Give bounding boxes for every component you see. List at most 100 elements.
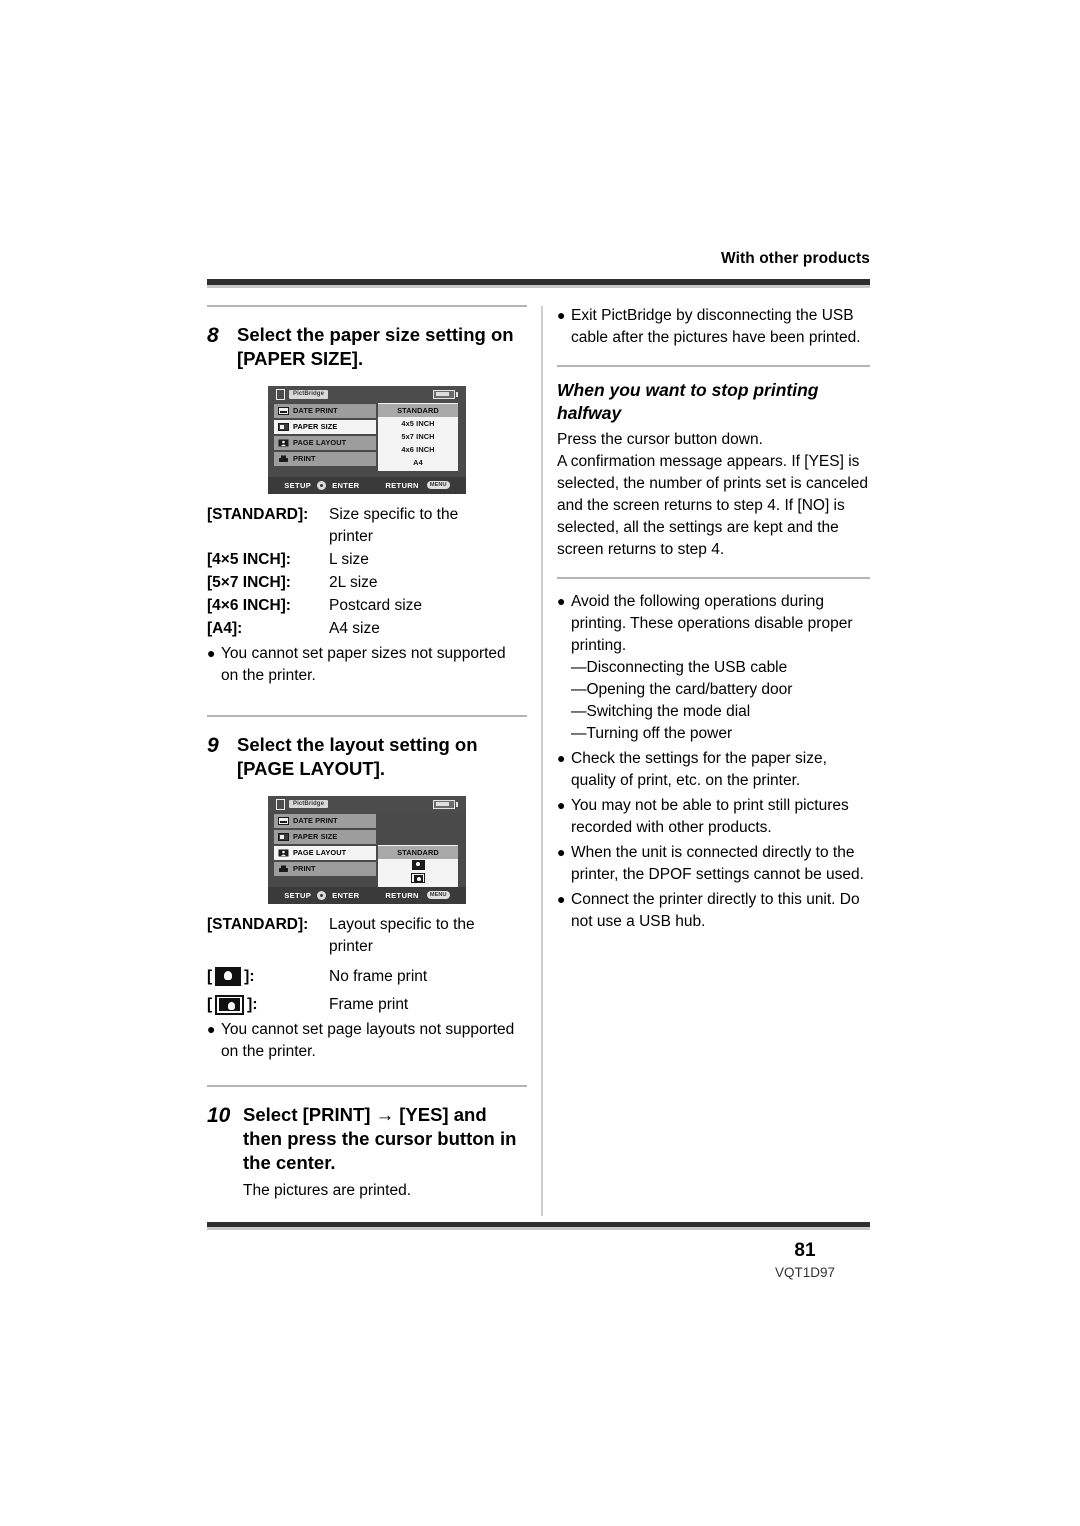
step-9-heading: 9 Select the layout setting on [PAGE LAY… bbox=[207, 733, 527, 782]
stop-printing-divider bbox=[557, 365, 870, 367]
step-8-number: 8 bbox=[207, 324, 219, 347]
caution-subitem: — Switching the mode dial bbox=[557, 701, 870, 723]
lcd-option-5x7[interactable]: 5x7 INCH bbox=[378, 430, 458, 443]
lcd-option-standard[interactable]: STANDARD bbox=[378, 845, 458, 859]
lcd-option-standard[interactable]: STANDARD bbox=[378, 403, 458, 417]
lcd-menu-list: DATE PRINT PAPER SIZE PAGE LAYOUT PRINT bbox=[268, 403, 376, 477]
bullet-dot-icon: ● bbox=[557, 593, 566, 610]
definition-term-no-frame: []: bbox=[207, 967, 255, 987]
lcd-body: DATE PRINT PAPER SIZE PAGE LAYOUT PRINT … bbox=[268, 813, 466, 887]
step-10-number: 10 bbox=[207, 1103, 231, 1127]
definition-desc-line1: Layout specific to the bbox=[329, 915, 475, 933]
bullet-dot-icon: ● bbox=[557, 891, 566, 908]
caution-bullet-check-settings: ● Check the settings for the paper size,… bbox=[557, 748, 870, 792]
lcd-option-a4[interactable]: A4 bbox=[378, 456, 458, 469]
lcd-menu-item-page-layout[interactable]: PAGE LAYOUT bbox=[274, 435, 376, 450]
dash-icon: — bbox=[571, 703, 587, 721]
step8-divider bbox=[207, 305, 527, 307]
lcd-menu-item-print[interactable]: PRINT bbox=[274, 861, 376, 876]
definition-term: [STANDARD]: bbox=[207, 915, 309, 933]
lcd-setup-label: SETUP bbox=[284, 890, 312, 900]
paper-size-icon bbox=[278, 422, 289, 431]
lcd-menu-label: PRINT bbox=[293, 454, 316, 464]
definition-row-icon: []: No frame print bbox=[207, 966, 527, 988]
lcd-menu-label: PAGE LAYOUT bbox=[293, 438, 347, 448]
footer-rule-light bbox=[207, 1227, 870, 1230]
lcd-menu-item-paper-size[interactable]: PAPER SIZE bbox=[274, 419, 376, 434]
document-code: VQT1D97 bbox=[774, 1265, 836, 1280]
exit-pictbridge-bullet: ● Exit PictBridge by disconnecting the U… bbox=[557, 305, 870, 349]
printer-icon bbox=[279, 865, 288, 872]
cursor-button-icon bbox=[317, 480, 327, 490]
step-8-note: ● You cannot set paper sizes not support… bbox=[207, 643, 527, 687]
lcd-option-4x5[interactable]: 4x5 INCH bbox=[378, 417, 458, 430]
lcd-menu-label: PRINT bbox=[293, 864, 316, 874]
step-8-heading: 8 Select the paper size setting on [PAPE… bbox=[207, 323, 527, 372]
caution-subitem-text: Disconnecting the USB cable bbox=[586, 659, 788, 677]
step-10-title: Select [PRINT] → [YES] and then press th… bbox=[243, 1103, 517, 1174]
page-layout-icon bbox=[278, 849, 289, 857]
definition-row: [4×6 INCH]: Postcard size bbox=[207, 595, 527, 617]
lcd-options-panel: STANDARD bbox=[378, 844, 458, 887]
definition-term: [5×7 INCH]: bbox=[207, 573, 291, 591]
lcd-enter-label: ENTER bbox=[332, 480, 360, 490]
lcd-menu-item-page-layout[interactable]: PAGE LAYOUT bbox=[274, 845, 376, 860]
caution-bullet-usb-hub-text: Connect the printer directly to this uni… bbox=[571, 891, 860, 931]
no-frame-print-icon bbox=[215, 967, 242, 987]
header-rule bbox=[207, 279, 870, 288]
page-layout-icon bbox=[278, 439, 289, 447]
caution-subitem: — Disconnecting the USB cable bbox=[557, 657, 870, 679]
lcd-menu-label: PAPER SIZE bbox=[293, 832, 338, 842]
lcd-options-panel-wrap: STANDARD bbox=[376, 813, 466, 887]
step-9-note: ● You cannot set page layouts not suppor… bbox=[207, 1019, 527, 1063]
bullet-dot-icon: ● bbox=[557, 844, 566, 861]
lcd-options-panel: STANDARD 4x5 INCH 5x7 INCH 4x6 INCH A4 bbox=[378, 402, 458, 471]
caution-subitem: — Opening the card/battery door bbox=[557, 679, 870, 701]
lcd-menu-item-paper-size[interactable]: PAPER SIZE bbox=[274, 829, 376, 844]
lcd-option-no-frame[interactable] bbox=[378, 859, 458, 872]
lcd-menu-item-date-print[interactable]: DATE PRINT bbox=[274, 813, 376, 828]
definition-desc: No frame print bbox=[329, 967, 428, 985]
caution-bullet-avoid: ● Avoid the following operations during … bbox=[557, 591, 870, 657]
step-8-title: Select the paper size setting on [PAPER … bbox=[237, 324, 514, 370]
lcd-option-4x6[interactable]: 4x6 INCH bbox=[378, 443, 458, 456]
caution-bullet-dpof-text: When the unit is connected directly to t… bbox=[571, 844, 864, 884]
dash-icon: — bbox=[571, 659, 587, 677]
page-icon bbox=[276, 798, 285, 810]
lcd-menu-item-print[interactable]: PRINT bbox=[274, 451, 376, 466]
cautions-divider bbox=[557, 577, 870, 580]
stop-printing-paragraph-1: Press the cursor button down. bbox=[557, 431, 763, 449]
camera-lcd-paper-size: PictBridge DATE PRINT PAPER SIZE PAGE LA… bbox=[268, 385, 466, 494]
definition-row: [STANDARD]: Size specific to the printer bbox=[207, 504, 527, 548]
camera-lcd-page-layout: PictBridge DATE PRINT PAPER SIZE PAGE LA… bbox=[268, 795, 466, 904]
manual-page: With other products 8 Select the paper s… bbox=[0, 0, 1080, 1526]
step-9-title: Select the layout setting on [PAGE LAYOU… bbox=[237, 733, 478, 780]
caution-subitem: — Turning off the power bbox=[557, 723, 870, 745]
definition-row: [5×7 INCH]: 2L size bbox=[207, 572, 527, 594]
cursor-button-icon bbox=[317, 890, 327, 900]
lcd-menu-item-date-print[interactable]: DATE PRINT bbox=[274, 403, 376, 418]
definition-term: [STANDARD]: bbox=[207, 505, 309, 523]
column-divider bbox=[541, 306, 543, 1216]
lcd-menu-label: DATE PRINT bbox=[293, 816, 338, 826]
battery-icon bbox=[433, 799, 458, 809]
header-rule-light bbox=[207, 285, 870, 288]
step-8-screenshot-wrap: PictBridge DATE PRINT PAPER SIZE PAGE LA… bbox=[207, 385, 527, 494]
step-8-definition-list: [STANDARD]: Size specific to the printer… bbox=[207, 504, 527, 687]
caution-bullet-other-products-text: You may not be able to print still pictu… bbox=[571, 797, 849, 837]
lcd-option-frame[interactable] bbox=[378, 872, 458, 885]
page-icon bbox=[276, 388, 285, 400]
frame-print-icon bbox=[215, 994, 245, 1015]
step9-divider bbox=[207, 714, 527, 717]
bullet-dot-icon: ● bbox=[207, 644, 216, 661]
dash-icon: — bbox=[571, 681, 587, 699]
lcd-return-label: RETURN bbox=[385, 890, 419, 900]
definition-desc-line2: printer bbox=[329, 527, 373, 545]
caution-bullet-other-products: ● You may not be able to print still pic… bbox=[557, 795, 870, 839]
footer-rule bbox=[207, 1222, 870, 1230]
definition-row: [STANDARD]: Layout specific to the print… bbox=[207, 914, 527, 958]
lcd-enter-label: ENTER bbox=[332, 890, 360, 900]
definition-desc-line1: Size specific to the bbox=[329, 505, 459, 523]
definition-term: [4×5 INCH]: bbox=[207, 550, 291, 568]
bullet-dot-icon: ● bbox=[207, 1020, 216, 1037]
